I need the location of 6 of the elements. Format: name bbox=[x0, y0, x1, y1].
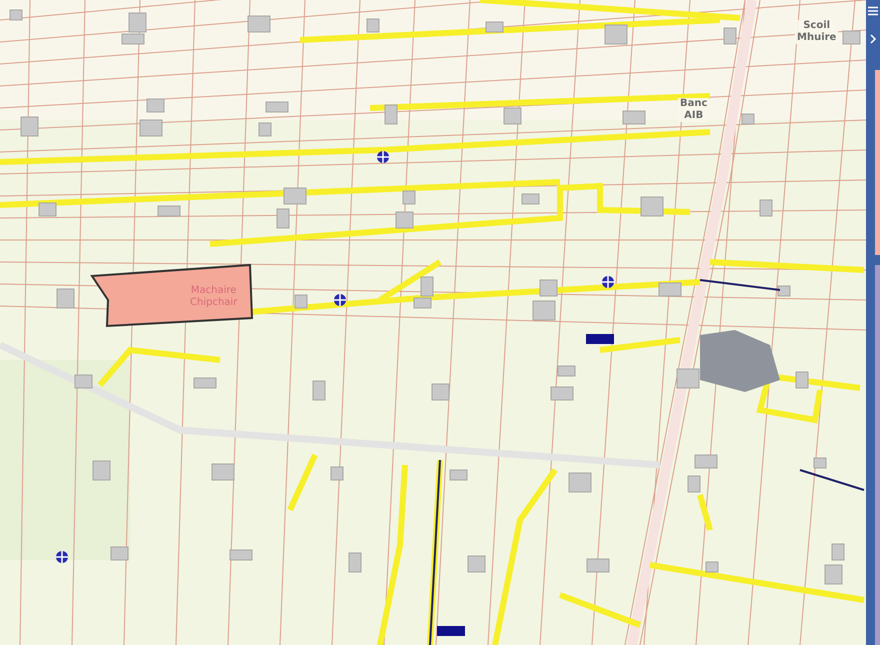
place-label: Banc AIB bbox=[678, 98, 710, 122]
menu-icon[interactable] bbox=[868, 6, 878, 16]
parcel-label: Machaire Chipchair bbox=[189, 285, 238, 309]
place-label: Scoil Mhuire bbox=[795, 20, 838, 44]
map-view[interactable]: Scoil Mhuire Banc AIB Machaire Chipchair bbox=[0, 0, 866, 645]
chevron-icon[interactable] bbox=[869, 34, 877, 44]
